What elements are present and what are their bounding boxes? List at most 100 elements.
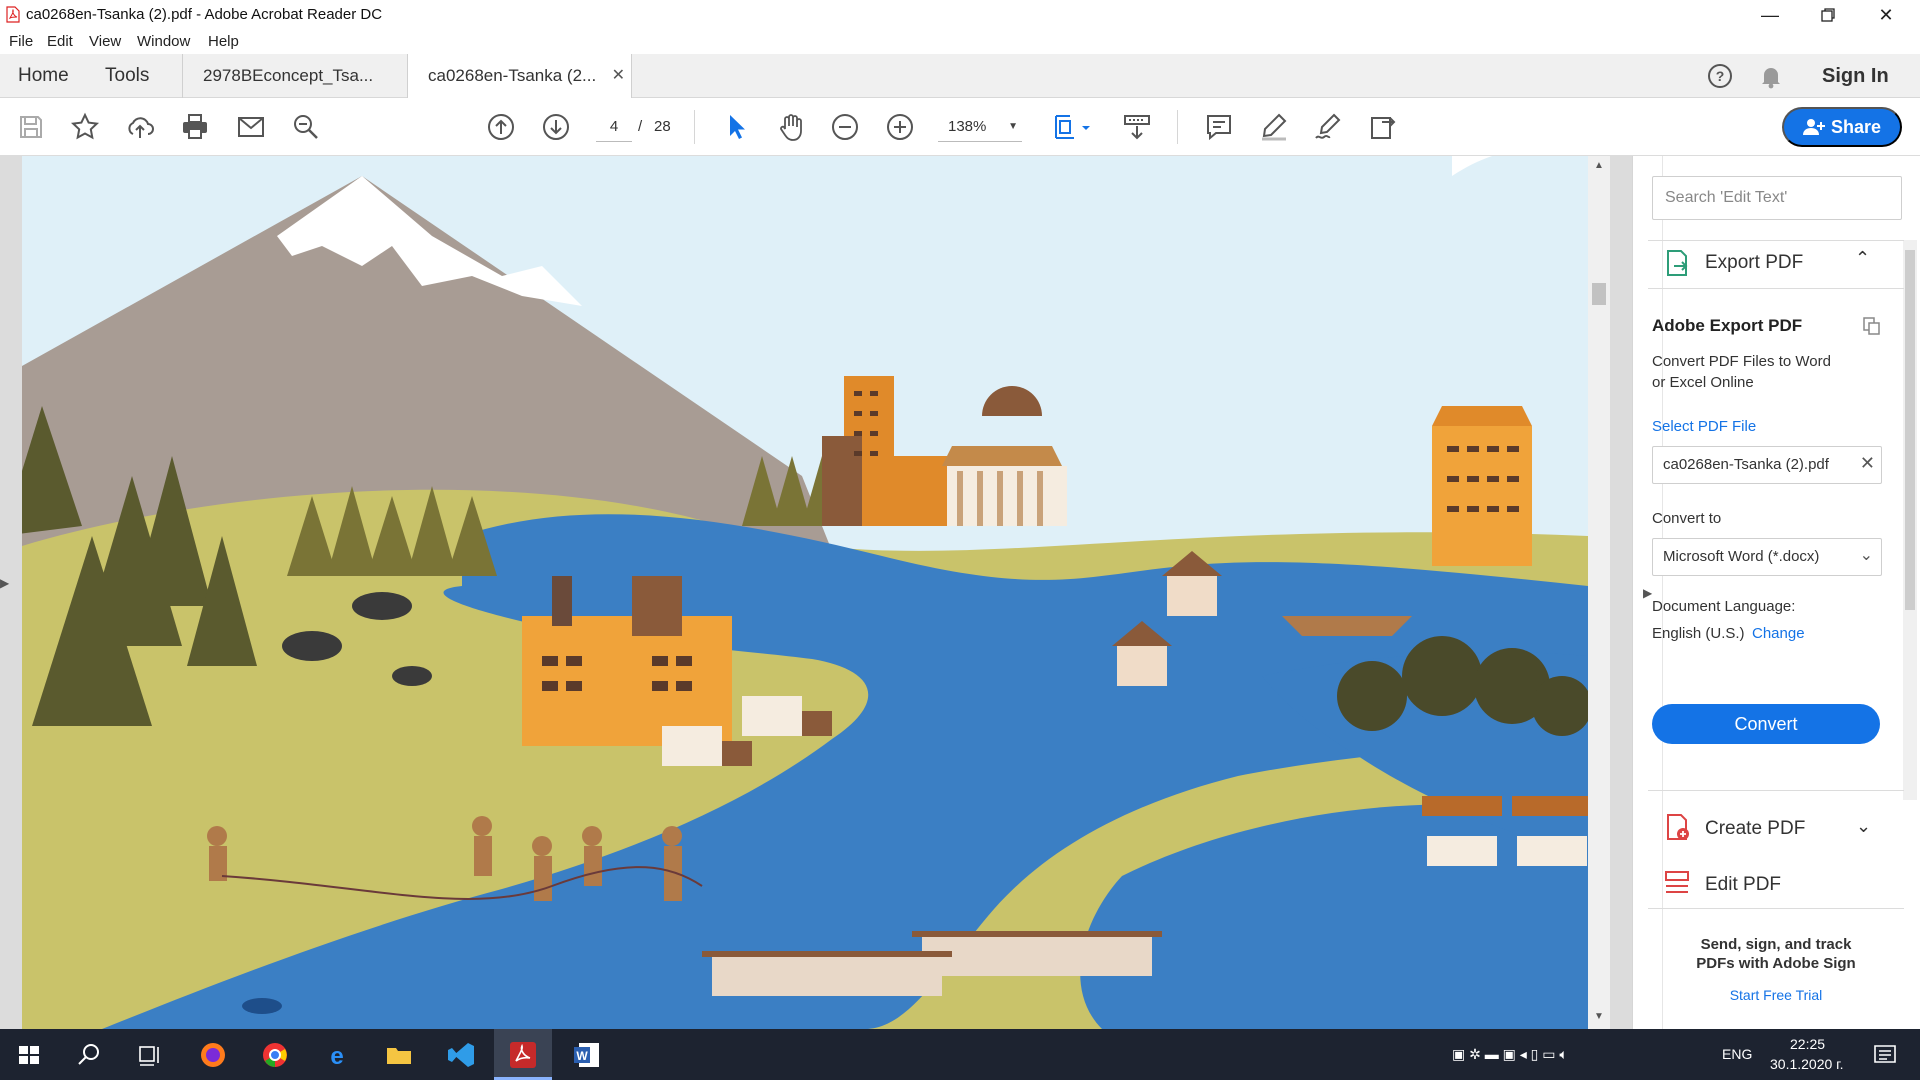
find-zoom-icon[interactable] [291, 112, 321, 142]
file-explorer-icon[interactable] [382, 1039, 416, 1071]
print-icon[interactable] [180, 112, 210, 142]
document-language-value: English (U.S.) [1652, 625, 1745, 642]
search-input[interactable]: Search 'Edit Text' [1652, 176, 1902, 220]
clock-date[interactable]: 30.1.2020 г. [1770, 1056, 1843, 1072]
start-free-trial-link[interactable]: Start Free Trial [1650, 987, 1902, 1003]
clock-time[interactable]: 22:25 [1790, 1036, 1825, 1052]
chevron-down-icon[interactable]: ⌄ [1856, 816, 1871, 837]
chevron-down-icon: ▼ [1008, 121, 1018, 132]
section-title: Adobe Export PDF [1652, 316, 1803, 335]
create-pdf-item[interactable]: Create PDF [1705, 818, 1805, 840]
export-pdf-title[interactable]: Export PDF [1705, 252, 1803, 274]
panel-divider [1648, 240, 1904, 241]
chevron-up-icon[interactable]: ⌃ [1855, 248, 1870, 269]
copy-info-icon[interactable] [1862, 316, 1882, 336]
zoom-level-select[interactable]: 138% ▼ [938, 112, 1022, 142]
remove-file-icon[interactable]: ✕ [1860, 453, 1875, 474]
tab-doc-concept[interactable]: 2978BEconcept_Tsa... [182, 54, 408, 98]
menu-help[interactable]: Help [208, 33, 239, 50]
share-label: Share [1830, 116, 1882, 137]
restore-icon[interactable] [1800, 0, 1856, 30]
tab-home[interactable]: Home [18, 54, 69, 98]
pane-collapse-strip[interactable]: ▶ [1633, 156, 1663, 1029]
svg-text:e: e [330, 1043, 343, 1070]
window-title: ca0268en-Tsanka (2).pdf - Adobe Acrobat … [26, 6, 383, 23]
task-view-icon[interactable] [132, 1039, 166, 1071]
tools-pane: ▶ [1632, 156, 1920, 1029]
menu-window[interactable]: Window [137, 33, 190, 50]
left-pane-toggle-icon[interactable]: ▶ [0, 576, 9, 590]
pdf-page-illustration [22, 156, 1588, 1029]
section-description-1: Convert PDF Files to Word [1652, 353, 1831, 370]
tab-doc-active[interactable]: ca0268en-Tsanka (2... ✕ [408, 54, 632, 99]
edit-pdf-item[interactable]: Edit PDF [1705, 874, 1781, 896]
word-icon[interactable]: W [570, 1039, 604, 1071]
firefox-icon[interactable] [196, 1039, 230, 1071]
bookmark-star-icon[interactable] [70, 112, 100, 142]
close-window-icon[interactable]: ✕ [1858, 0, 1914, 30]
pdf-file-icon [6, 6, 20, 23]
vertical-scrollbar[interactable]: ▲ ▼ [1588, 156, 1610, 1029]
more-tools-icon[interactable] [1368, 112, 1398, 142]
scrollbar-thumb[interactable] [1592, 283, 1606, 305]
chrome-icon[interactable] [258, 1039, 292, 1071]
share-button[interactable]: Share [1782, 107, 1902, 147]
zoom-level-value: 138% [948, 118, 987, 135]
search-icon[interactable] [72, 1039, 106, 1071]
fit-page-icon[interactable] [1052, 112, 1094, 142]
fill-sign-icon[interactable] [1313, 112, 1343, 142]
acrobat-icon [510, 1042, 536, 1068]
zoom-in-icon[interactable] [885, 112, 915, 142]
section-description-2: or Excel Online [1652, 374, 1754, 391]
hand-pan-icon[interactable] [776, 112, 806, 142]
scroll-mode-icon[interactable] [1122, 112, 1152, 142]
sign-in-link[interactable]: Sign In [1822, 54, 1889, 98]
edit-pdf-icon [1665, 871, 1689, 893]
next-page-icon[interactable] [541, 112, 571, 142]
page-number-input[interactable]: 4 [596, 112, 632, 142]
vscode-icon[interactable] [444, 1039, 478, 1071]
svg-text:W: W [576, 1049, 588, 1063]
menu-file[interactable]: File [9, 33, 33, 50]
toolbar-divider [694, 110, 695, 144]
convert-to-label: Convert to [1652, 510, 1722, 527]
zoom-out-icon[interactable] [830, 112, 860, 142]
add-person-icon [1802, 118, 1825, 135]
close-tab-icon[interactable]: ✕ [612, 54, 625, 98]
email-icon[interactable] [236, 112, 266, 142]
upload-cloud-icon[interactable] [125, 112, 155, 142]
convert-to-select[interactable]: Microsoft Word (*.docx) ⌄ [1652, 538, 1882, 576]
document-viewport[interactable]: ▶ [0, 156, 1632, 1029]
change-language-link[interactable]: Change [1752, 625, 1805, 642]
tray-icons[interactable]: ▣ ✲ ▬ ▣ ◂ ▯ ▭ 🔈︎ [1452, 1046, 1568, 1063]
convert-button[interactable]: Convert [1652, 704, 1880, 744]
menu-bar: File Edit View Window Help [0, 30, 1920, 54]
save-icon[interactable] [16, 112, 46, 142]
selected-file-field: ca0268en-Tsanka (2).pdf ✕ [1652, 446, 1882, 484]
pane-scrollbar-thumb[interactable] [1905, 250, 1915, 610]
pane-scrollbar[interactable] [1903, 240, 1917, 800]
scroll-up-icon[interactable]: ▲ [1594, 160, 1604, 171]
help-icon[interactable]: ? [1706, 62, 1734, 90]
collapse-pane-icon[interactable]: ▶ [1643, 586, 1652, 600]
windows-start-icon[interactable] [12, 1039, 46, 1071]
edge-icon[interactable]: e [320, 1039, 354, 1071]
notifications-icon[interactable] [1868, 1039, 1902, 1071]
select-cursor-icon[interactable] [721, 112, 751, 142]
menu-view[interactable]: View [89, 33, 121, 50]
comment-icon[interactable] [1204, 112, 1234, 142]
notification-bell-icon[interactable] [1758, 63, 1784, 89]
document-language-label: Document Language: [1652, 598, 1796, 615]
acrobat-taskbar-active[interactable] [494, 1029, 552, 1080]
minimize-icon[interactable]: — [1742, 0, 1798, 30]
input-language[interactable]: ENG [1722, 1046, 1752, 1062]
highlight-pen-icon[interactable] [1259, 112, 1289, 142]
page-total: 28 [654, 118, 671, 135]
scroll-down-icon[interactable]: ▼ [1594, 1011, 1604, 1022]
tab-tools[interactable]: Tools [105, 54, 149, 98]
menu-edit[interactable]: Edit [47, 33, 73, 50]
select-pdf-file-link[interactable]: Select PDF File [1652, 418, 1756, 435]
chevron-down-icon: ⌄ [1859, 547, 1873, 564]
adobe-sign-promo-line1: Send, sign, and track [1700, 936, 1852, 953]
previous-page-icon[interactable] [486, 112, 516, 142]
